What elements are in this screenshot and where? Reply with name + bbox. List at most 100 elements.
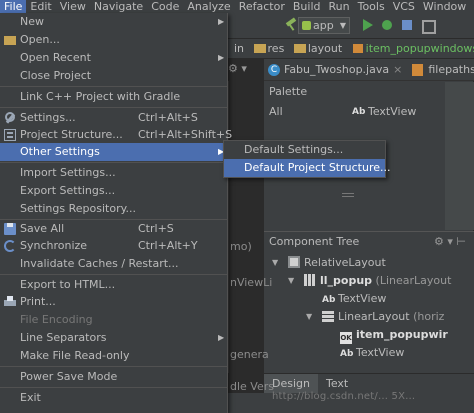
tab-filepaths-xml[interactable]: filepaths.xml <box>408 59 474 80</box>
menu-item-export-to-html[interactable]: Export to HTML... <box>0 276 228 294</box>
menu-item-open-recent[interactable]: Open Recent ▶ <box>0 49 228 67</box>
menu-item-exit[interactable]: Exit <box>0 389 228 407</box>
menu-item-invalidate-caches[interactable]: Invalidate Caches / Restart... <box>0 255 228 273</box>
tree-row-type: (horiz <box>409 310 445 323</box>
menu-run[interactable]: Run <box>325 0 354 13</box>
debug-icon[interactable] <box>380 18 394 32</box>
submenu-item-default-settings[interactable]: Default Settings... <box>224 141 385 159</box>
menu-item-settings[interactable]: Settings... Ctrl+Alt+S <box>0 109 228 127</box>
editor-tools: ⚙ ▾ <box>228 62 264 78</box>
expand-arrow-icon[interactable]: ▼ <box>272 254 278 272</box>
apply-changes-icon[interactable] <box>400 18 414 32</box>
editor-tabs: C Fabu_Twoshop.java× filepaths.xml <box>264 59 474 81</box>
relativelayout-icon <box>288 256 300 268</box>
menu-item-settings-repository[interactable]: Settings Repository... <box>0 200 228 218</box>
menu-window[interactable]: Window <box>419 0 470 13</box>
submenu-item-default-project-structure[interactable]: Default Project Structure... <box>224 159 390 177</box>
expand-arrow-icon[interactable]: ▼ <box>288 272 294 290</box>
menu-item-print[interactable]: Print... <box>0 293 228 311</box>
submenu-arrow-icon: ▶ <box>218 333 225 342</box>
chevron-down-icon[interactable]: ▾ <box>241 62 247 75</box>
tree-row-ll-popup[interactable]: ▼ ll_popup (LinearLayout <box>288 272 452 290</box>
tree-row-label: LinearLayout <box>338 310 410 323</box>
gear-icon[interactable]: ⚙ <box>228 62 238 75</box>
menu-tools[interactable]: Tools <box>354 0 389 13</box>
menu-separator <box>0 387 228 388</box>
tree-row-label: TextView <box>338 292 387 305</box>
tab-fabu-twoshop-java[interactable]: C Fabu_Twoshop.java × <box>264 59 408 80</box>
menu-analyze[interactable]: Analyze <box>183 0 234 13</box>
menu-item-power-save-mode[interactable]: Power Save Mode <box>0 368 228 386</box>
menu-item-label: Link C++ Project with Gradle <box>20 90 181 103</box>
xml-file-icon <box>352 44 363 53</box>
expand-arrow-icon[interactable]: ▼ <box>306 308 312 326</box>
breadcrumb-label: res <box>267 42 285 55</box>
editor-text: mo) <box>230 240 252 253</box>
palette-item-textview[interactable]: Ab TextView <box>352 103 416 121</box>
menu-item-import-settings[interactable]: Import Settings... <box>0 164 228 182</box>
close-icon[interactable]: × <box>393 63 402 76</box>
chevron-down-icon[interactable]: ▾ <box>447 235 453 248</box>
menu-item-link-cpp-project[interactable]: Link C++ Project with Gradle <box>0 88 228 106</box>
menu-item-file-encoding[interactable]: File Encoding <box>0 311 228 329</box>
chevron-down-icon: ▼ <box>339 21 346 30</box>
menu-item-label: Print... <box>20 295 56 308</box>
run-configuration-dropdown[interactable]: app ▼ <box>298 17 350 34</box>
gear-icon[interactable]: ⚙ <box>434 235 444 248</box>
menu-code[interactable]: Code <box>147 0 183 13</box>
menu-edit[interactable]: Edit <box>26 0 55 13</box>
menu-item-close-project[interactable]: Close Project <box>0 67 228 85</box>
menu-item-project-structure[interactable]: Project Structure... Ctrl+Alt+Shift+S <box>0 126 232 144</box>
menu-item-label: Synchronize <box>20 239 88 252</box>
menu-item-shortcut: Ctrl+S <box>138 222 174 235</box>
tree-row-type: (LinearLayout <box>372 274 452 287</box>
tree-row-label: RelativeLayout <box>304 256 386 269</box>
menu-item-open[interactable]: Open... <box>0 31 228 49</box>
menu-refactor[interactable]: Refactor <box>235 0 289 13</box>
menu-build[interactable]: Build <box>289 0 325 13</box>
component-tree-panel: Component Tree ⚙ ▾ ⊢ ▼ RelativeLayout ▼ ll… <box>264 231 474 373</box>
menu-separator <box>0 162 228 163</box>
breadcrumb-item[interactable]: layout <box>292 39 342 58</box>
editor-text: dle Vers <box>230 380 274 393</box>
menu-bar: File Edit View Navigate Code Analyze Refactor B… <box>0 0 474 13</box>
tree-row-linearlayout[interactable]: ▼ LinearLayout (horiz <box>306 308 445 326</box>
menu-item-synchronize[interactable]: Synchronize Ctrl+Alt+Y <box>0 237 228 255</box>
tree-row-item-popup[interactable]: OK item_popupwir <box>340 326 448 344</box>
tree-row-textview[interactable]: Ab TextView <box>322 290 386 308</box>
menu-item-make-read-only[interactable]: Make File Read-only <box>0 347 228 365</box>
menu-item-label: Exit <box>20 391 41 404</box>
run-icon[interactable] <box>360 18 374 32</box>
folder-icon <box>4 36 16 45</box>
palette-category-all[interactable]: All <box>269 103 283 121</box>
menu-separator <box>0 274 228 275</box>
wrench-icon <box>4 112 16 124</box>
menu-item-label: Import Settings... <box>20 166 116 179</box>
hide-panel-icon[interactable]: ⊢ <box>456 235 466 248</box>
breadcrumb-item[interactable]: res <box>252 39 285 58</box>
breadcrumb-item[interactable]: item_popupwindows.xml <box>350 39 474 58</box>
layout-editor-tabs: Design Text <box>264 373 474 393</box>
tree-row-textview[interactable]: Ab TextView <box>340 344 404 362</box>
stop-icon[interactable] <box>420 18 436 34</box>
make-project-hammer-icon[interactable] <box>284 18 298 32</box>
breadcrumb-item[interactable]: in <box>228 39 244 58</box>
menu-item-other-settings[interactable]: Other Settings ▶ <box>0 143 228 161</box>
menu-item-new[interactable]: New ▶ <box>0 13 228 31</box>
menu-item-save-all[interactable]: Save All Ctrl+S <box>0 220 228 238</box>
menu-navigate[interactable]: Navigate <box>90 0 147 13</box>
menu-item-export-settings[interactable]: Export Settings... <box>0 182 228 200</box>
menu-item-shortcut: Ctrl+Alt+Shift+S <box>138 128 233 141</box>
component-tree-title: Component Tree <box>269 235 360 248</box>
tree-row-relativelayout[interactable]: ▼ RelativeLayout <box>272 254 386 272</box>
menu-view[interactable]: View <box>56 0 90 13</box>
textview-icon: Ab <box>322 295 336 305</box>
menu-item-shortcut: Ctrl+Alt+Y <box>138 239 198 252</box>
editor-text: genera <box>230 348 269 361</box>
menu-vcs[interactable]: VCS <box>389 0 419 13</box>
breadcrumb-label: item_popupwindows.xml <box>365 42 474 55</box>
menu-file[interactable]: File <box>0 0 27 13</box>
panel-resize-handle[interactable] <box>342 193 354 197</box>
menu-item-label: Open... <box>20 33 60 46</box>
menu-item-line-separators[interactable]: Line Separators ▶ <box>0 329 228 347</box>
